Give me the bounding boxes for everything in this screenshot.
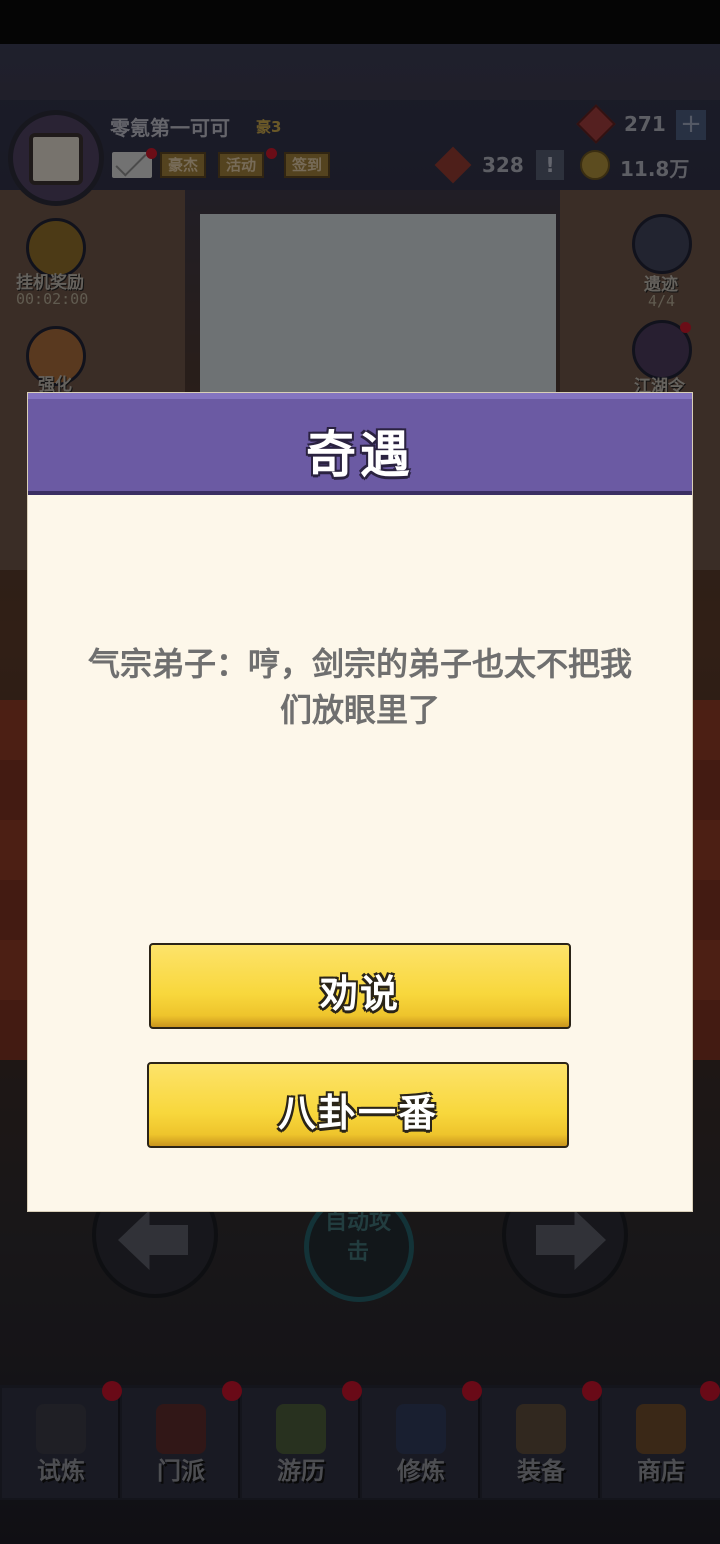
dialog-message: 气宗弟子：哼，剑宗的弟子也太不把我们放眼里了: [88, 645, 633, 729]
persuade-label: 劝说: [319, 972, 400, 1016]
gossip-label: 八卦一番: [277, 1091, 438, 1135]
status-bar: [0, 0, 720, 44]
dialog-header: 奇遇: [28, 393, 692, 495]
gossip-button[interactable]: 八卦一番: [147, 1062, 569, 1148]
dialog-title: 奇遇: [306, 426, 414, 484]
persuade-button[interactable]: 劝说: [149, 943, 571, 1029]
encounter-dialog: 奇遇 气宗弟子：哼，剑宗的弟子也太不把我们放眼里了 劝说 八卦一番: [28, 393, 692, 1211]
